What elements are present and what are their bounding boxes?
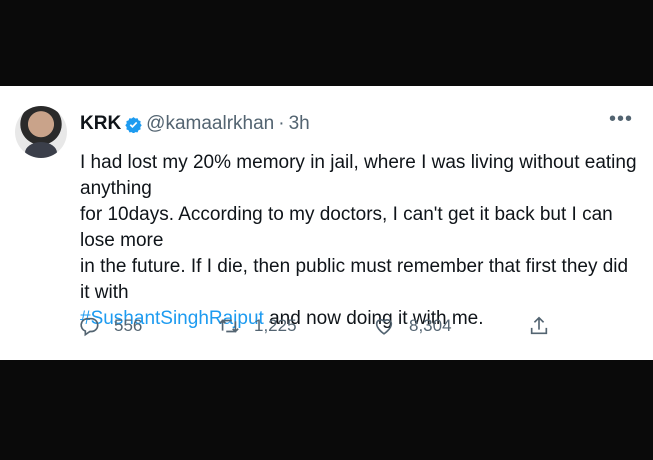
handle[interactable]: @kamaalrkhan	[146, 113, 274, 135]
display-name[interactable]: KRK	[80, 113, 121, 135]
separator-dot: ·	[278, 113, 285, 134]
tweet-card[interactable]: KRK @kamaalrkhan · 3h ••• I had lost my …	[0, 86, 653, 360]
tweet-line: I had lost my 20% memory in jail, where …	[80, 152, 637, 199]
tweet-text: I had lost my 20% memory in jail, where …	[80, 150, 640, 332]
action-bar: 556 1,225 8,304	[78, 315, 558, 337]
timestamp[interactable]: 3h	[289, 113, 310, 135]
reply-icon	[80, 317, 99, 337]
retweet-icon	[219, 319, 239, 333]
reply-count: 556	[114, 316, 143, 335]
tweet-line: for 10days. According to my doctors, I c…	[80, 204, 613, 251]
share-button[interactable]	[528, 315, 558, 337]
verified-badge-icon	[125, 116, 142, 133]
retweet-count: 1,225	[254, 316, 297, 335]
tweet-line: in the future. If I die, then public mus…	[80, 256, 629, 303]
tweet-header: KRK @kamaalrkhan · 3h	[80, 113, 310, 135]
retweet-button[interactable]: 1,225	[218, 315, 373, 337]
share-icon	[530, 316, 548, 335]
like-count: 8,304	[409, 316, 452, 335]
more-dots-icon[interactable]: •••	[609, 109, 633, 129]
avatar[interactable]	[15, 106, 67, 158]
reply-button[interactable]: 556	[78, 315, 218, 337]
like-button[interactable]: 8,304	[373, 315, 528, 337]
heart-icon	[375, 319, 393, 335]
